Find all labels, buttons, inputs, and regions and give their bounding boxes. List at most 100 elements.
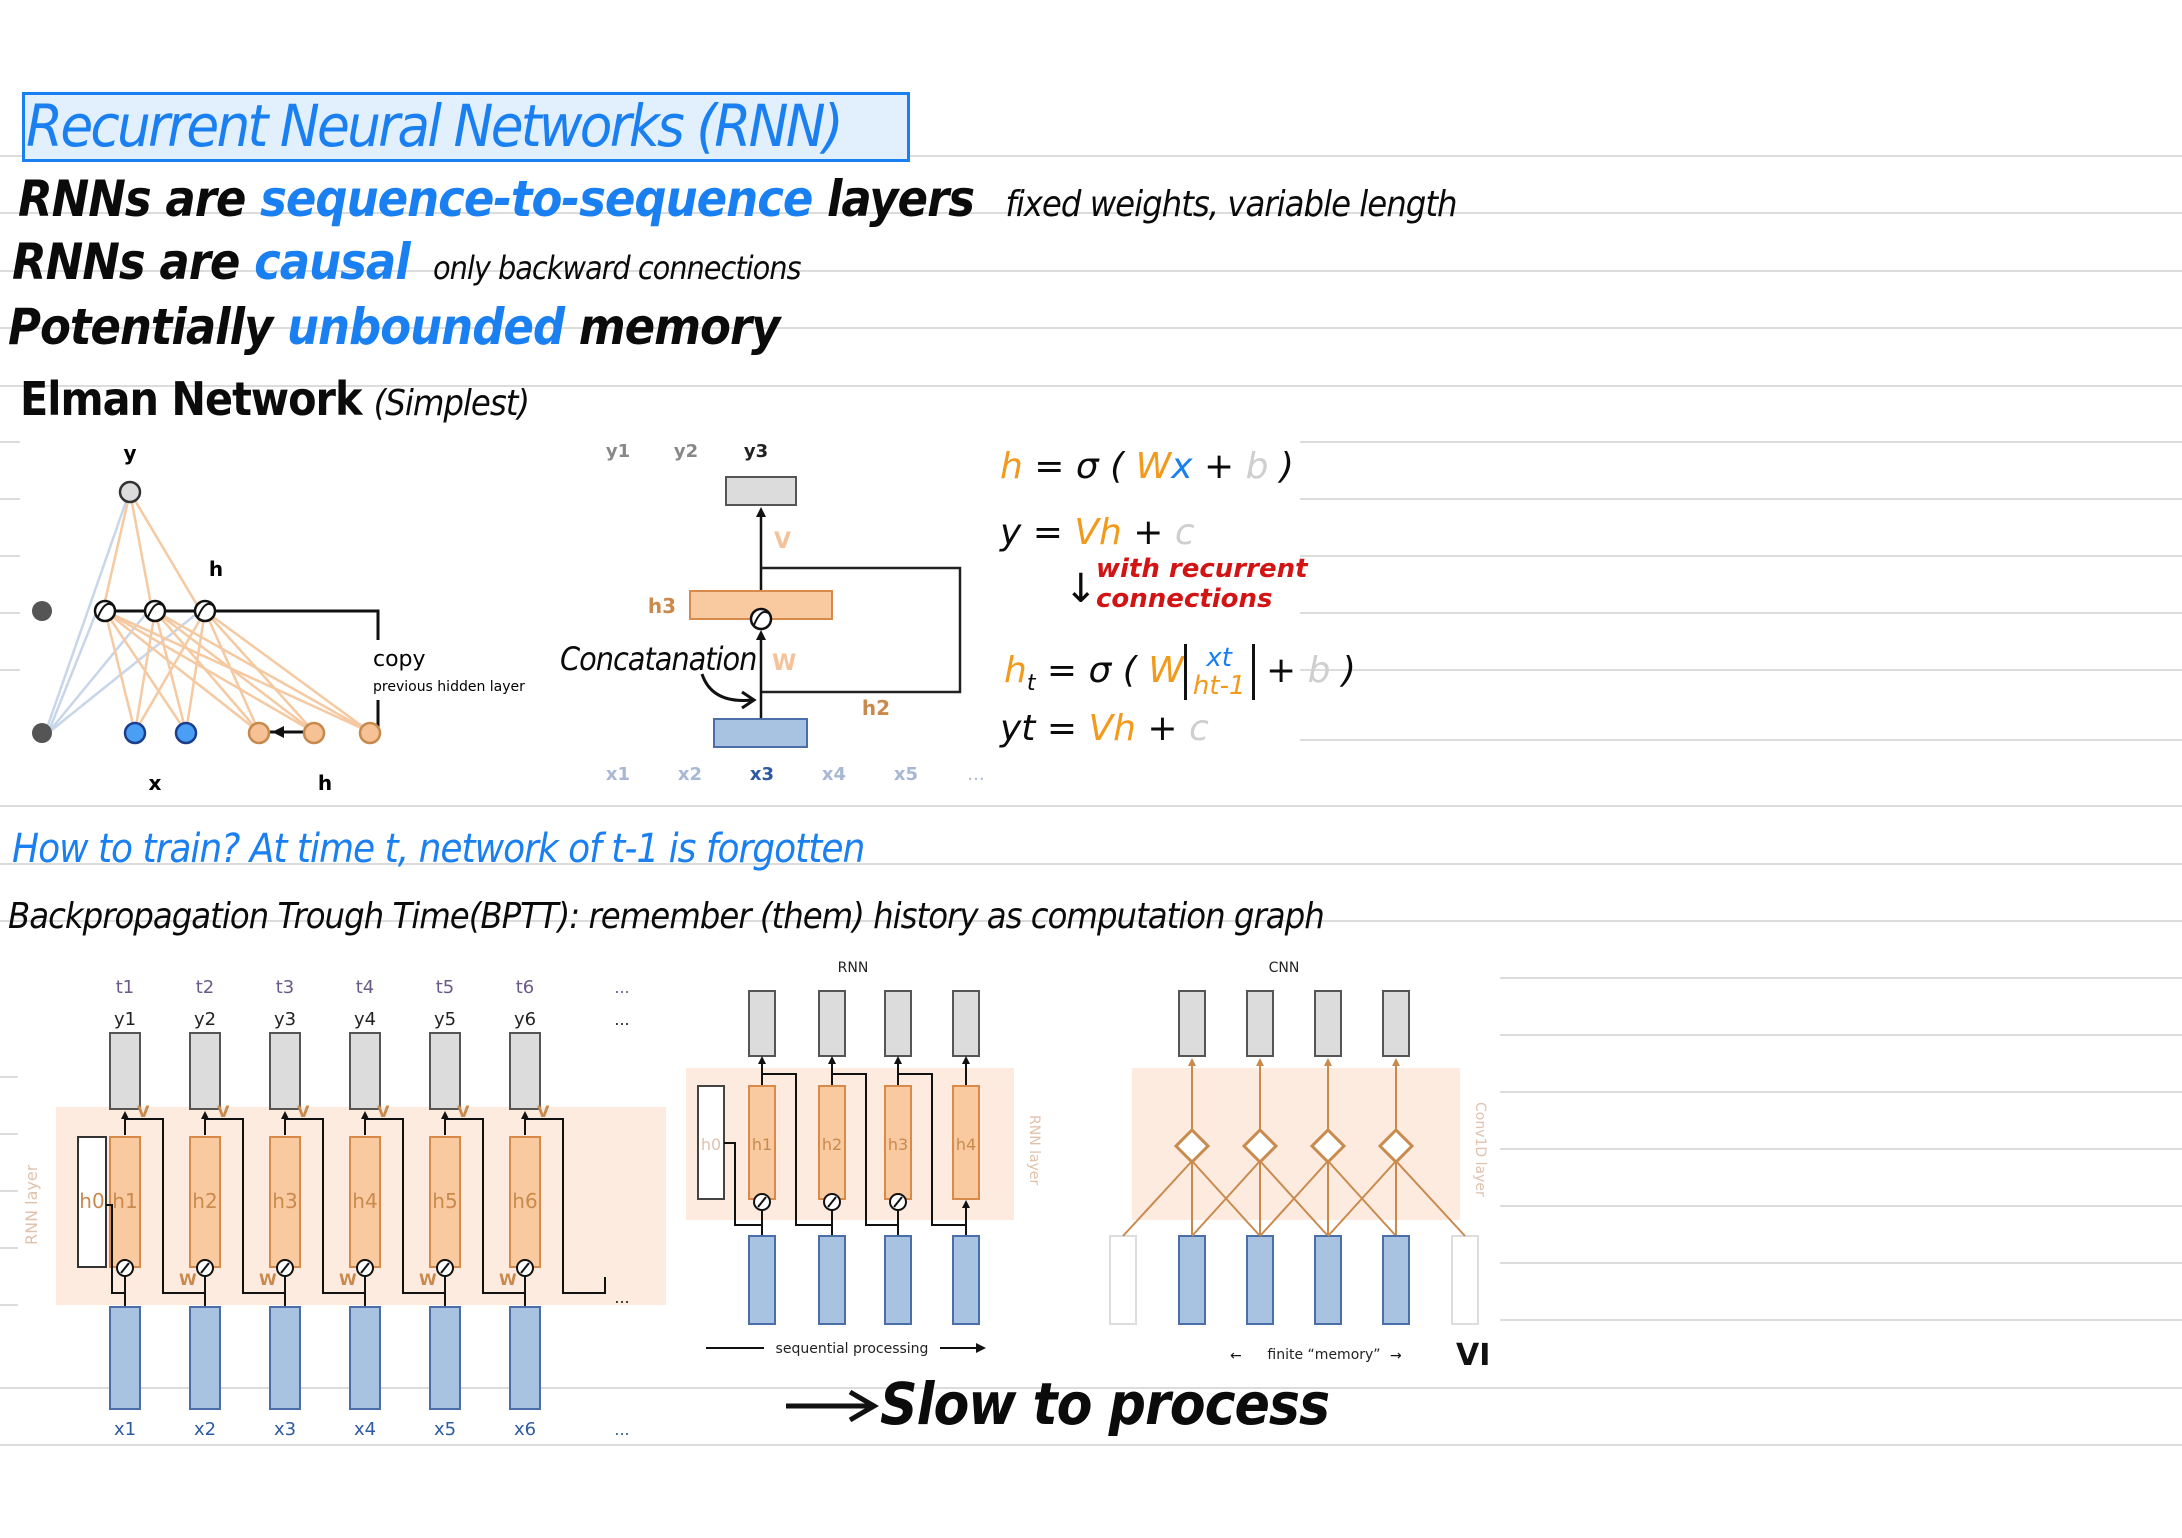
rnn-comparison-diagram: RNN RNN layer h0 h1 h2 h3 h4 sequential pro… — [686, 960, 1042, 1357]
eq-plus: + — [1135, 708, 1189, 749]
label-x: x — [149, 771, 162, 795]
label-x1: x1 — [606, 764, 630, 785]
eq-close: ) — [1330, 650, 1356, 691]
rule-line — [1500, 1319, 2182, 1321]
eq-sigma: = σ ( — [1035, 650, 1149, 691]
label-ellipsis: ... — [967, 764, 984, 785]
label-h3: h3 — [648, 594, 676, 618]
label-y: y5 — [434, 1009, 456, 1030]
label-y3: y3 — [744, 441, 768, 462]
eq-symbol-c: c — [1189, 708, 1209, 749]
input-hidden-links — [103, 609, 371, 734]
label-t: t5 — [436, 977, 455, 998]
label-w: W — [339, 1270, 357, 1289]
eq-symbol-h: h — [1000, 446, 1023, 487]
label-w: W — [419, 1270, 437, 1289]
label-h0: h0 — [79, 1189, 104, 1213]
context-node — [302, 721, 326, 745]
output-box — [1382, 990, 1410, 1057]
label-t: t6 — [516, 977, 535, 998]
padding-box — [1109, 1235, 1137, 1325]
note-line-1: with recurrent — [1096, 554, 1308, 584]
output-box — [1246, 990, 1274, 1057]
eq-symbol-b: b — [1307, 650, 1331, 691]
label-h: h2 — [192, 1189, 217, 1213]
padding-box — [1451, 1235, 1479, 1325]
label-h: h — [209, 557, 223, 581]
label-chain-ellipsis: ... — [614, 1288, 629, 1307]
label-h: h4 — [352, 1189, 377, 1213]
input-box — [748, 1235, 776, 1325]
label-x: x3 — [274, 1419, 296, 1440]
output-box — [952, 990, 980, 1057]
arrowhead — [1392, 1058, 1400, 1066]
label-x: x2 — [194, 1419, 216, 1440]
label-y: y2 — [194, 1009, 216, 1030]
label-w: W — [179, 1270, 197, 1289]
output-box — [818, 990, 846, 1057]
arrowhead — [758, 1056, 766, 1064]
label-t-ellipsis: ... — [614, 978, 629, 997]
rule-line — [1500, 1148, 2182, 1150]
label-x: x4 — [354, 1419, 376, 1440]
eq-plus: + — [1121, 512, 1175, 553]
text-potentially: Potentially — [8, 298, 287, 356]
note-line-seq2seq: RNNs are sequence-to-sequence layers fix… — [18, 170, 1458, 228]
clipped-text: VI — [1456, 1338, 1490, 1370]
rnn-title: RNN — [838, 960, 869, 976]
rnn-layer-label: RNN layer — [1026, 1115, 1042, 1185]
label-h: h6 — [512, 1189, 537, 1213]
label-x4: x4 — [822, 764, 846, 785]
label-y: y1 — [114, 1009, 136, 1030]
label-previous-hidden: previous hidden layer — [373, 679, 525, 695]
conclusion-arrow-icon — [786, 1389, 879, 1423]
output-box — [509, 1032, 541, 1110]
label-copy: copy — [373, 647, 426, 672]
input-box — [1382, 1235, 1410, 1325]
text-causal: causal — [254, 233, 411, 291]
rnn-step-diagram: y1 y2 y3 V h3 W h2 x1 x2 x3 x4 x5 ... — [606, 441, 985, 785]
text-fixed-weights: fixed weights, variable length — [1005, 184, 1457, 225]
label-y-ellipsis: ... — [614, 1010, 629, 1029]
input-box — [1246, 1235, 1274, 1325]
text-rnns-are: RNNs are — [18, 170, 261, 228]
page-title: Recurrent Neural Networks (RNN) — [26, 92, 844, 160]
text-seq2seq: sequence-to-sequence — [260, 170, 813, 228]
eq-symbol-h: h — [1004, 650, 1027, 691]
cnn-caption: finite “memory” — [1267, 1347, 1380, 1363]
rule-line — [1300, 555, 2182, 557]
rule-line — [1500, 1205, 2182, 1207]
input-box — [429, 1306, 461, 1410]
output-box — [1178, 990, 1206, 1057]
text-rnns-are-2: RNNs are — [12, 233, 255, 291]
label-t: t2 — [196, 977, 215, 998]
text-simplest: (Simplest) — [373, 383, 530, 424]
text-elman-network: Elman Network — [20, 372, 362, 426]
input-box — [109, 1306, 141, 1410]
cnn-left-arrow-icon: ← — [1230, 1348, 1242, 1364]
cnn-comparison-diagram: CNN Conv1D layer ← finite “memory” → VI — [1109, 960, 1490, 1370]
input-box — [1178, 1235, 1206, 1325]
input-node — [123, 721, 147, 745]
bias-node-input — [32, 723, 52, 743]
hidden-nodes — [93, 599, 217, 623]
eq-symbol-w: W — [1135, 446, 1172, 487]
label-x: x6 — [514, 1419, 536, 1440]
input-box — [509, 1306, 541, 1410]
text-unbounded: unbounded — [286, 298, 565, 356]
output-box — [884, 990, 912, 1057]
cnn-right-arrow-icon: → — [1390, 1348, 1402, 1364]
output-box — [109, 1032, 141, 1110]
equation-recurrent-output: yt = Vh + c — [1000, 708, 1209, 749]
label-t: t4 — [356, 977, 375, 998]
input-box — [1314, 1235, 1342, 1325]
rule-line — [1300, 498, 2182, 500]
label-h: h1 — [752, 1135, 772, 1154]
label-x3: x3 — [750, 764, 774, 785]
output-box — [189, 1032, 221, 1110]
eq-symbol-w: W — [1148, 650, 1184, 691]
output-box — [349, 1032, 381, 1110]
rnn-caption: sequential processing — [776, 1341, 929, 1357]
label-y: y — [123, 441, 136, 465]
arrowhead — [894, 1056, 902, 1064]
